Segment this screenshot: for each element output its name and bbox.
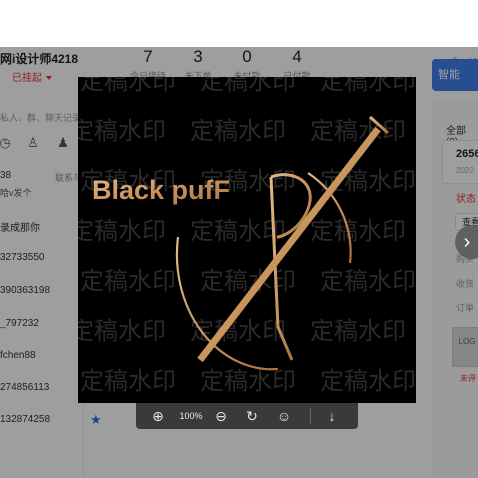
logo-artwork: 定稿水印 定稿水印 定稿水印定稿水印 定稿水印 定稿水印定稿水印 定稿水印 定稿水印定稿水印… (78, 77, 416, 395)
zoom-in-icon[interactable]: ⊕ (148, 406, 168, 426)
watermark-text: 定稿水印 (80, 267, 176, 295)
preview-image: 定稿水印 定稿水印 定稿水印 定稿水印 定稿水印 定稿水印 定稿水印 定稿水印 定稿水印 定稿水印… (78, 77, 416, 403)
logo-wordmark: Black pufF (92, 175, 230, 205)
watermark-text: 定稿水印 (200, 367, 296, 395)
logo-arc-left (175, 236, 279, 371)
top-blank-strip (0, 0, 478, 47)
watermark-text: 定稿水印 (78, 317, 166, 345)
download-icon[interactable]: ↓ (322, 406, 342, 426)
watermark-text: 定稿水印 (320, 367, 416, 395)
watermark-text: 定稿水印 (310, 117, 406, 145)
watermark-text: 定稿水印 (320, 267, 416, 295)
zoom-level: 100% (179, 411, 203, 421)
watermark-text: 定稿水印 (200, 267, 296, 295)
watermark-text: 定稿水印 (310, 317, 406, 345)
viewer-toolbar: ⊕ 100% ⊖ ↻ ☺ ↓ (136, 403, 358, 429)
rotate-icon[interactable]: ↻ (242, 406, 262, 426)
watermark-text: 定稿水印 (80, 77, 176, 95)
watermark-text: 定稿水印 (78, 217, 166, 245)
watermark-text: 定稿水印 (320, 77, 416, 95)
zoom-out-icon[interactable]: ⊖ (211, 406, 231, 426)
watermark-text: 定稿水印 (78, 117, 166, 145)
emoji-icon[interactable]: ☺ (274, 406, 294, 426)
watermark-text: 定稿水印 (80, 367, 176, 395)
toolbar-divider (310, 408, 311, 424)
screenshot-stage: 网i设计师4218 已挂起 7今日接待 3未下单 0未付款 4已付款 ✎ ✕ 私… (0, 0, 478, 478)
watermark-text: 定稿水印 (190, 117, 286, 145)
watermark-text: 定稿水印 (200, 77, 296, 95)
watermark-layer: 定稿水印 定稿水印 定稿水印定稿水印 定稿水印 定稿水印定稿水印 定稿水印 定稿水印定稿水印… (78, 77, 416, 395)
watermark-text: 定稿水印 (310, 217, 406, 245)
watermark-text: 定稿水印 (190, 317, 286, 345)
